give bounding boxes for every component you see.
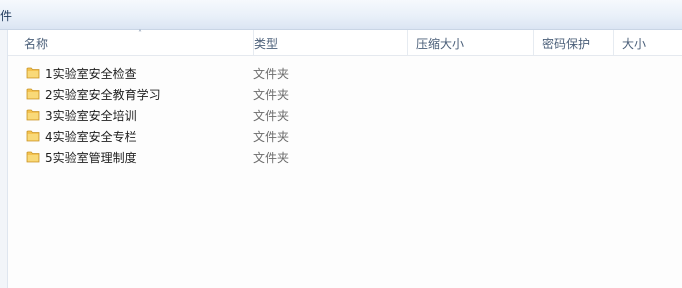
column-header-name[interactable]: 名称 ˄ xyxy=(16,29,254,55)
file-row[interactable]: 2实验室安全教育学习 文件夹 xyxy=(8,83,682,104)
file-name: 3实验室安全培训 xyxy=(45,109,137,123)
folder-icon xyxy=(26,88,40,100)
column-header-type-label: 类型 xyxy=(254,37,279,51)
column-header-password[interactable]: 密码保护 xyxy=(534,30,614,55)
folder-icon xyxy=(26,151,40,163)
file-name: 1实验室安全检查 xyxy=(45,67,137,81)
column-header-bar: 名称 ˄ 类型 压缩大小 密码保护 大小 xyxy=(8,29,682,56)
column-header-compressed-size-label: 压缩大小 xyxy=(416,37,465,51)
column-header-password-label: 密码保护 xyxy=(542,37,591,51)
file-type: 文件夹 xyxy=(253,109,290,123)
folder-icon xyxy=(26,130,40,142)
file-name: 4实验室安全专栏 xyxy=(45,130,137,144)
file-name: 5实验室管理制度 xyxy=(45,151,137,165)
file-row[interactable]: 4实验室安全专栏 文件夹 xyxy=(8,125,682,146)
column-header-size[interactable]: 大小 xyxy=(614,30,682,55)
command-bar: 件 xyxy=(0,0,682,30)
column-header-name-label: 名称 xyxy=(24,37,49,51)
file-type: 文件夹 xyxy=(253,88,290,102)
file-row[interactable]: 1实验室安全检查 文件夹 xyxy=(8,62,682,83)
file-name: 2实验室安全教育学习 xyxy=(45,88,161,102)
file-row[interactable]: 5实验室管理制度 文件夹 xyxy=(8,146,682,167)
column-header-type[interactable]: 类型 xyxy=(246,30,408,55)
column-header-size-label: 大小 xyxy=(622,37,647,51)
file-type: 文件夹 xyxy=(253,67,290,81)
file-type: 文件夹 xyxy=(253,151,290,165)
file-explorer-window: 件 名称 ˄ 类型 压缩大小 密码保护 大小 1实验室安全检查 文件夹 2实验室… xyxy=(0,0,682,288)
navigation-pane-edge[interactable] xyxy=(0,30,8,288)
column-header-compressed-size[interactable]: 压缩大小 xyxy=(408,30,534,55)
file-type: 文件夹 xyxy=(253,130,290,144)
file-list: 1实验室安全检查 文件夹 2实验室安全教育学习 文件夹 3实验室安全培训 文件夹 xyxy=(8,62,682,167)
sort-ascending-icon: ˄ xyxy=(138,29,142,38)
toolbar-menu-item[interactable]: 件 xyxy=(0,7,12,24)
folder-icon xyxy=(26,67,40,79)
folder-icon xyxy=(26,109,40,121)
file-row[interactable]: 3实验室安全培训 文件夹 xyxy=(8,104,682,125)
